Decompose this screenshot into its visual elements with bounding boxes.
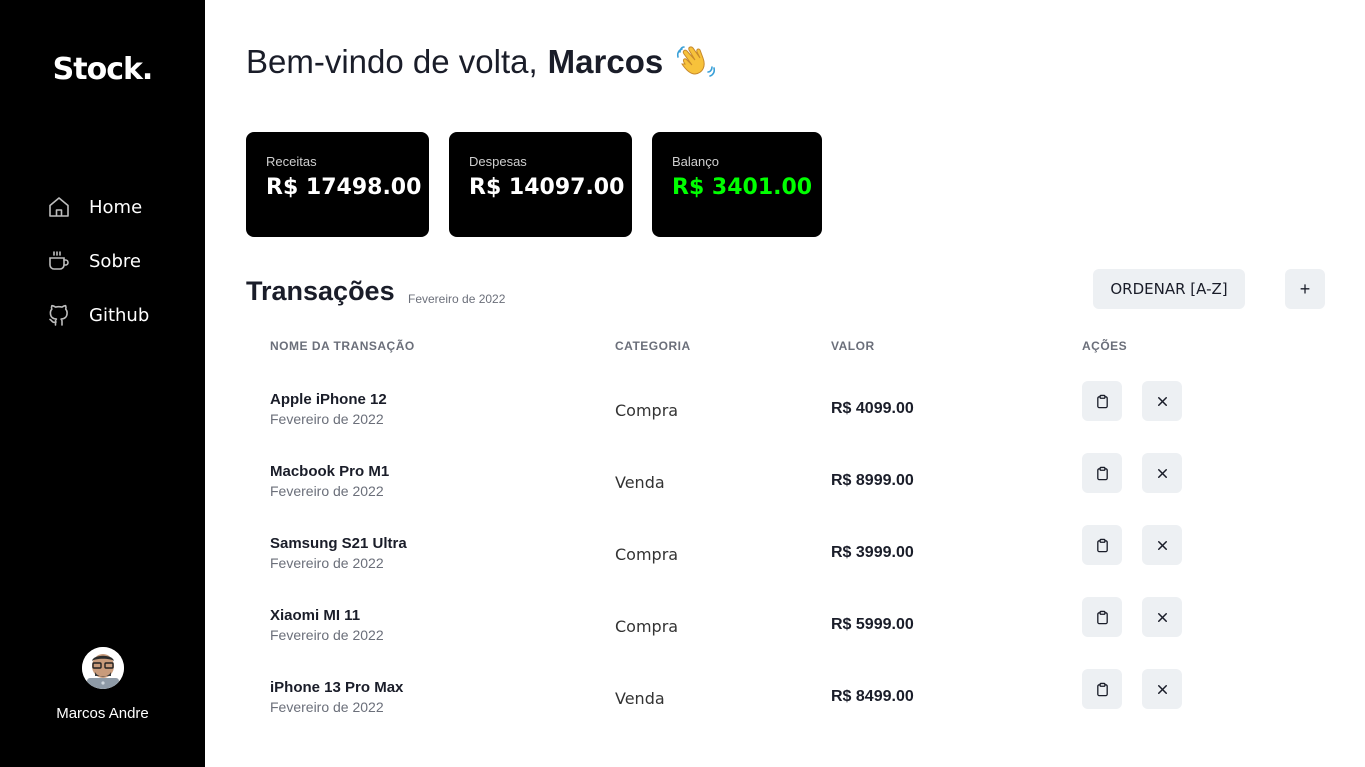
- transaction-name: Xiaomi MI 11: [270, 607, 361, 624]
- close-icon: [1157, 468, 1167, 478]
- clipboard-icon: [1096, 466, 1108, 480]
- welcome-heading: Bem-vindo de volta, Marcos: [246, 42, 716, 82]
- user-first-name: Marcos: [547, 43, 664, 80]
- summary-card-despesas: Despesas R$ 14097.00: [449, 132, 632, 237]
- delete-button[interactable]: [1142, 381, 1182, 421]
- copy-button[interactable]: [1082, 453, 1122, 493]
- column-header-actions: AÇÕES: [1082, 339, 1128, 353]
- logo[interactable]: Stock.: [0, 52, 205, 87]
- clipboard-icon: [1096, 682, 1108, 696]
- close-icon: [1157, 540, 1167, 550]
- close-icon: [1157, 684, 1167, 694]
- delete-button[interactable]: [1142, 525, 1182, 565]
- avatar[interactable]: [82, 647, 124, 689]
- clipboard-icon: [1096, 610, 1108, 624]
- transaction-category: Venda: [615, 473, 665, 492]
- transaction-name: iPhone 13 Pro Max: [270, 679, 404, 696]
- sidebar-item-label: Sobre: [89, 250, 141, 272]
- add-transaction-button[interactable]: +: [1285, 269, 1325, 309]
- user-name: Marcos Andre: [56, 705, 149, 722]
- sidebar-item-home[interactable]: Home: [46, 192, 142, 222]
- column-header-name: NOME DA TRANSAÇÃO: [270, 339, 415, 353]
- transaction-date: Fevereiro de 2022: [270, 627, 384, 643]
- close-icon: [1157, 396, 1167, 406]
- sidebar-item-label: Github: [89, 304, 150, 326]
- sidebar-item-github[interactable]: Github: [46, 300, 149, 330]
- home-icon: [46, 194, 72, 220]
- transaction-value: R$ 4099.00: [831, 400, 914, 417]
- transaction-category: Compra: [615, 401, 679, 420]
- summary-card-balanco: Balanço R$ 3401.00: [652, 132, 822, 237]
- delete-button[interactable]: [1142, 597, 1182, 637]
- transactions-subtitle: Fevereiro de 2022: [408, 292, 506, 306]
- card-label: Despesas: [469, 154, 527, 169]
- clipboard-icon: [1096, 538, 1108, 552]
- sort-button[interactable]: ORDENAR [A-Z]: [1093, 269, 1245, 309]
- sidebar-item-sobre[interactable]: Sobre: [46, 246, 141, 276]
- sidebar: Stock. Home Sobre Github Marcos Andre: [0, 0, 205, 767]
- copy-button[interactable]: [1082, 381, 1122, 421]
- table-row: Samsung S21 Ultra Fevereiro de 2022 Comp…: [246, 525, 1326, 597]
- card-value: R$ 14097.00: [469, 175, 625, 200]
- column-header-value: VALOR: [831, 339, 875, 353]
- sidebar-item-label: Home: [89, 196, 143, 218]
- clipboard-icon: [1096, 394, 1108, 408]
- transaction-date: Fevereiro de 2022: [270, 555, 384, 571]
- column-header-category: CATEGORIA: [615, 339, 691, 353]
- transactions-title: Transações: [246, 276, 395, 306]
- transaction-value: R$ 8999.00: [831, 472, 914, 489]
- copy-button[interactable]: [1082, 525, 1122, 565]
- coffee-icon: [46, 248, 72, 274]
- table-row: Apple iPhone 12 Fevereiro de 2022 Compra…: [246, 381, 1326, 453]
- card-label: Balanço: [672, 154, 719, 169]
- transaction-name: Samsung S21 Ultra: [270, 535, 407, 552]
- transaction-date: Fevereiro de 2022: [270, 483, 384, 499]
- card-label: Receitas: [266, 154, 317, 169]
- transaction-value: R$ 8499.00: [831, 688, 914, 705]
- transaction-category: Venda: [615, 689, 665, 708]
- transaction-category: Compra: [615, 545, 679, 564]
- table-row: iPhone 13 Pro Max Fevereiro de 2022 Vend…: [246, 669, 1326, 741]
- transaction-value: R$ 5999.00: [831, 616, 914, 633]
- waving-hand-icon: [675, 42, 716, 82]
- transaction-value: R$ 3999.00: [831, 544, 914, 561]
- transaction-date: Fevereiro de 2022: [270, 411, 384, 427]
- table-row: Xiaomi MI 11 Fevereiro de 2022 Compra R$…: [246, 597, 1326, 669]
- transaction-name: Macbook Pro M1: [270, 463, 390, 480]
- card-value-balance: R$ 3401.00: [672, 175, 813, 200]
- summary-card-receitas: Receitas R$ 17498.00: [246, 132, 429, 237]
- table-row: Macbook Pro M1 Fevereiro de 2022 Venda R…: [246, 453, 1326, 525]
- card-value: R$ 17498.00: [266, 175, 422, 200]
- greeting-text: Bem-vindo de volta,: [246, 43, 538, 80]
- transaction-name: Apple iPhone 12: [270, 391, 387, 408]
- transaction-date: Fevereiro de 2022: [270, 699, 384, 715]
- transaction-category: Compra: [615, 617, 679, 636]
- delete-button[interactable]: [1142, 669, 1182, 709]
- close-icon: [1157, 612, 1167, 622]
- github-icon: [46, 302, 72, 328]
- copy-button[interactable]: [1082, 669, 1122, 709]
- delete-button[interactable]: [1142, 453, 1182, 493]
- copy-button[interactable]: [1082, 597, 1122, 637]
